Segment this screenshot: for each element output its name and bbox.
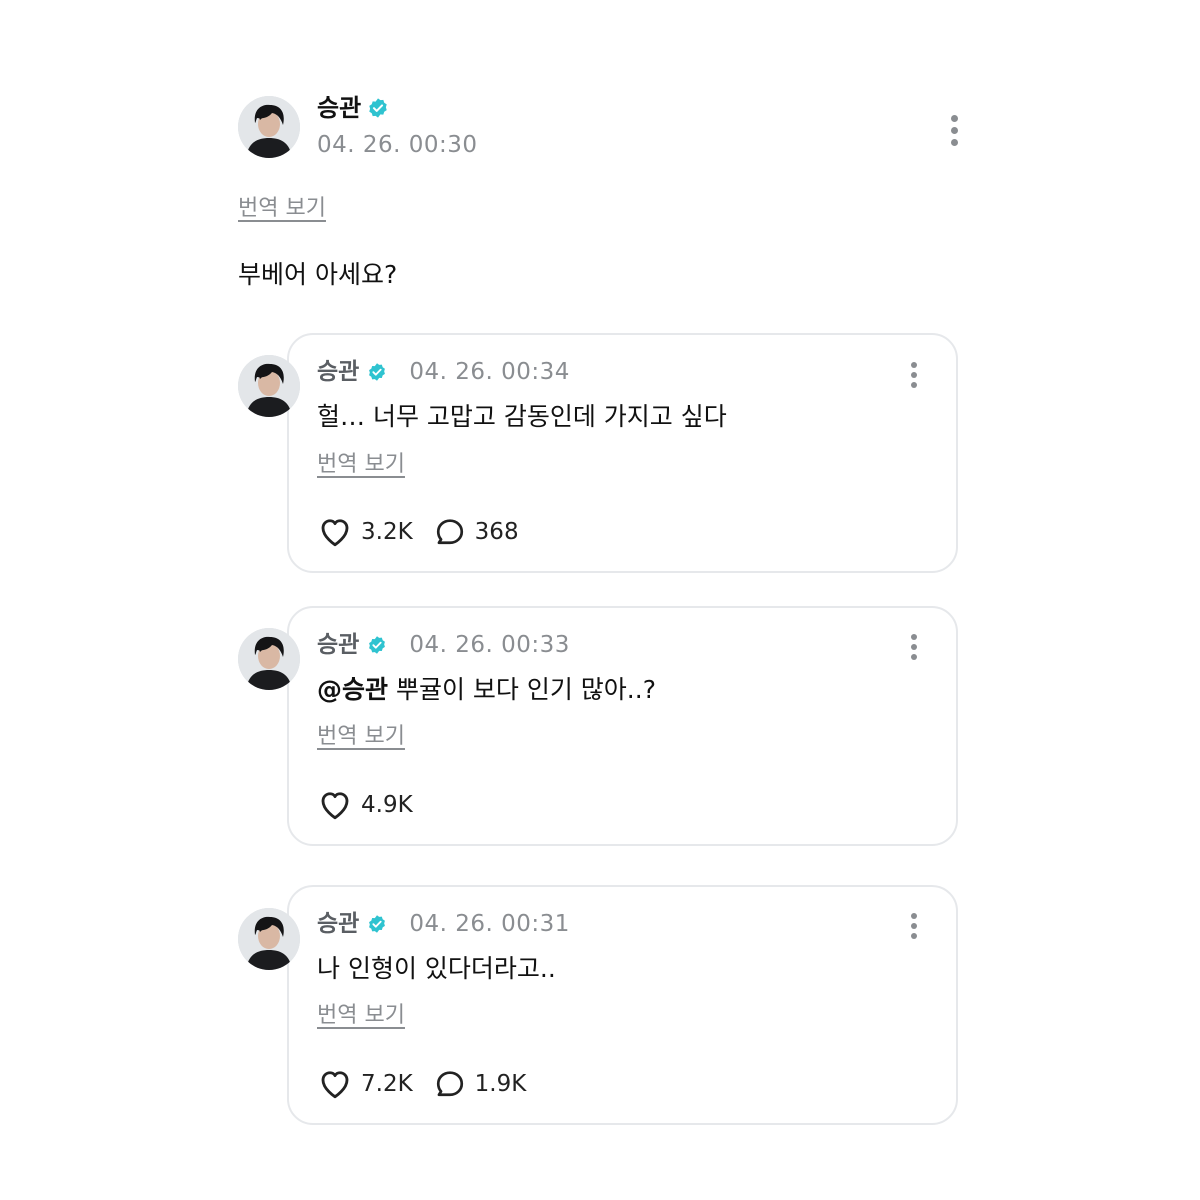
heart-icon [317, 514, 353, 550]
heart-icon [317, 787, 353, 823]
more-vertical-icon-dot [911, 382, 917, 388]
comment-body: 나 인형이 있다더라고.. [317, 954, 556, 983]
comment-author-avatar[interactable] [238, 628, 300, 690]
more-vertical-icon-dot [911, 372, 917, 378]
verified-badge-icon [367, 914, 387, 934]
more-vertical-icon-dot [950, 115, 958, 122]
more-vertical-icon-dot [950, 127, 958, 134]
post-timestamp: 04. 26. 00:30 [317, 132, 478, 158]
comment-translate-link[interactable]: 번역 보기 [317, 1002, 405, 1030]
more-vertical-icon-dot [950, 139, 958, 146]
comment-translate-link[interactable]: 번역 보기 [317, 723, 405, 751]
verified-badge-icon [367, 97, 389, 119]
more-vertical-icon-dot [911, 634, 917, 640]
comment-author-avatar[interactable] [238, 355, 300, 417]
avatar-image [238, 96, 300, 158]
reply-count: 1.9K [474, 1071, 527, 1097]
more-vertical-icon-dot [911, 913, 917, 919]
post-more-options-button[interactable] [946, 115, 962, 146]
comment-body: 뿌귤이 보다 인기 많아..? [388, 675, 656, 704]
comment-stats: 3.2K 368 [317, 514, 539, 550]
comment-timestamp: 04. 26. 00:33 [409, 632, 570, 658]
reply-button[interactable]: 1.9K [433, 1067, 527, 1101]
avatar-image [238, 908, 300, 970]
comment-more-options-button[interactable] [906, 634, 922, 660]
comment-author-avatar[interactable] [238, 908, 300, 970]
like-count: 7.2K [361, 1071, 413, 1097]
verified-badge-icon [367, 635, 387, 655]
like-button[interactable]: 7.2K [317, 1066, 413, 1102]
like-button[interactable]: 3.2K [317, 514, 413, 550]
comment-more-options-button[interactable] [906, 913, 922, 939]
comment-body: 헐… 너무 고맙고 감동인데 가지고 싶다 [317, 402, 727, 431]
more-vertical-icon-dot [911, 654, 917, 660]
like-count: 4.9K [361, 792, 413, 818]
post-author-avatar[interactable] [238, 96, 300, 158]
avatar-image [238, 355, 300, 417]
heart-icon [317, 1066, 353, 1102]
reply-button[interactable]: 368 [433, 515, 519, 549]
comment-text: 헐… 너무 고맙고 감동인데 가지고 싶다 [317, 400, 727, 434]
comment-stats: 4.9K [317, 787, 433, 823]
avatar-image [238, 628, 300, 690]
post-author-name[interactable]: 승관 [317, 92, 361, 124]
comment-bubble-icon [433, 515, 467, 549]
comment-header: 승관 04. 26. 00:33 [317, 630, 570, 660]
like-button[interactable]: 4.9K [317, 787, 413, 823]
comment-header: 승관 04. 26. 00:31 [317, 909, 570, 939]
comment-timestamp: 04. 26. 00:34 [409, 359, 570, 385]
post-author-header: 승관 [317, 92, 389, 124]
like-count: 3.2K [361, 519, 413, 545]
comment-author-name[interactable]: 승관 [317, 630, 359, 660]
more-vertical-icon-dot [911, 644, 917, 650]
comment-text: @승관 뿌귤이 보다 인기 많아..? [317, 673, 656, 707]
user-mention-link[interactable]: @승관 [317, 675, 388, 704]
comment-stats: 7.2K 1.9K [317, 1066, 546, 1102]
comment-bubble-icon [433, 1067, 467, 1101]
post-body-text: 부베어 아세요? [238, 260, 398, 289]
comment-text: 나 인형이 있다더라고.. [317, 952, 556, 986]
comment-author-name[interactable]: 승관 [317, 909, 359, 939]
post-translate-link[interactable]: 번역 보기 [238, 195, 326, 223]
comment-header: 승관 04. 26. 00:34 [317, 357, 570, 387]
comment-more-options-button[interactable] [906, 362, 922, 388]
reply-count: 368 [474, 519, 519, 545]
verified-badge-icon [367, 362, 387, 382]
comment-timestamp: 04. 26. 00:31 [409, 911, 570, 937]
more-vertical-icon-dot [911, 933, 917, 939]
more-vertical-icon-dot [911, 923, 917, 929]
comment-author-name[interactable]: 승관 [317, 357, 359, 387]
comment-translate-link[interactable]: 번역 보기 [317, 451, 405, 479]
more-vertical-icon-dot [911, 362, 917, 368]
